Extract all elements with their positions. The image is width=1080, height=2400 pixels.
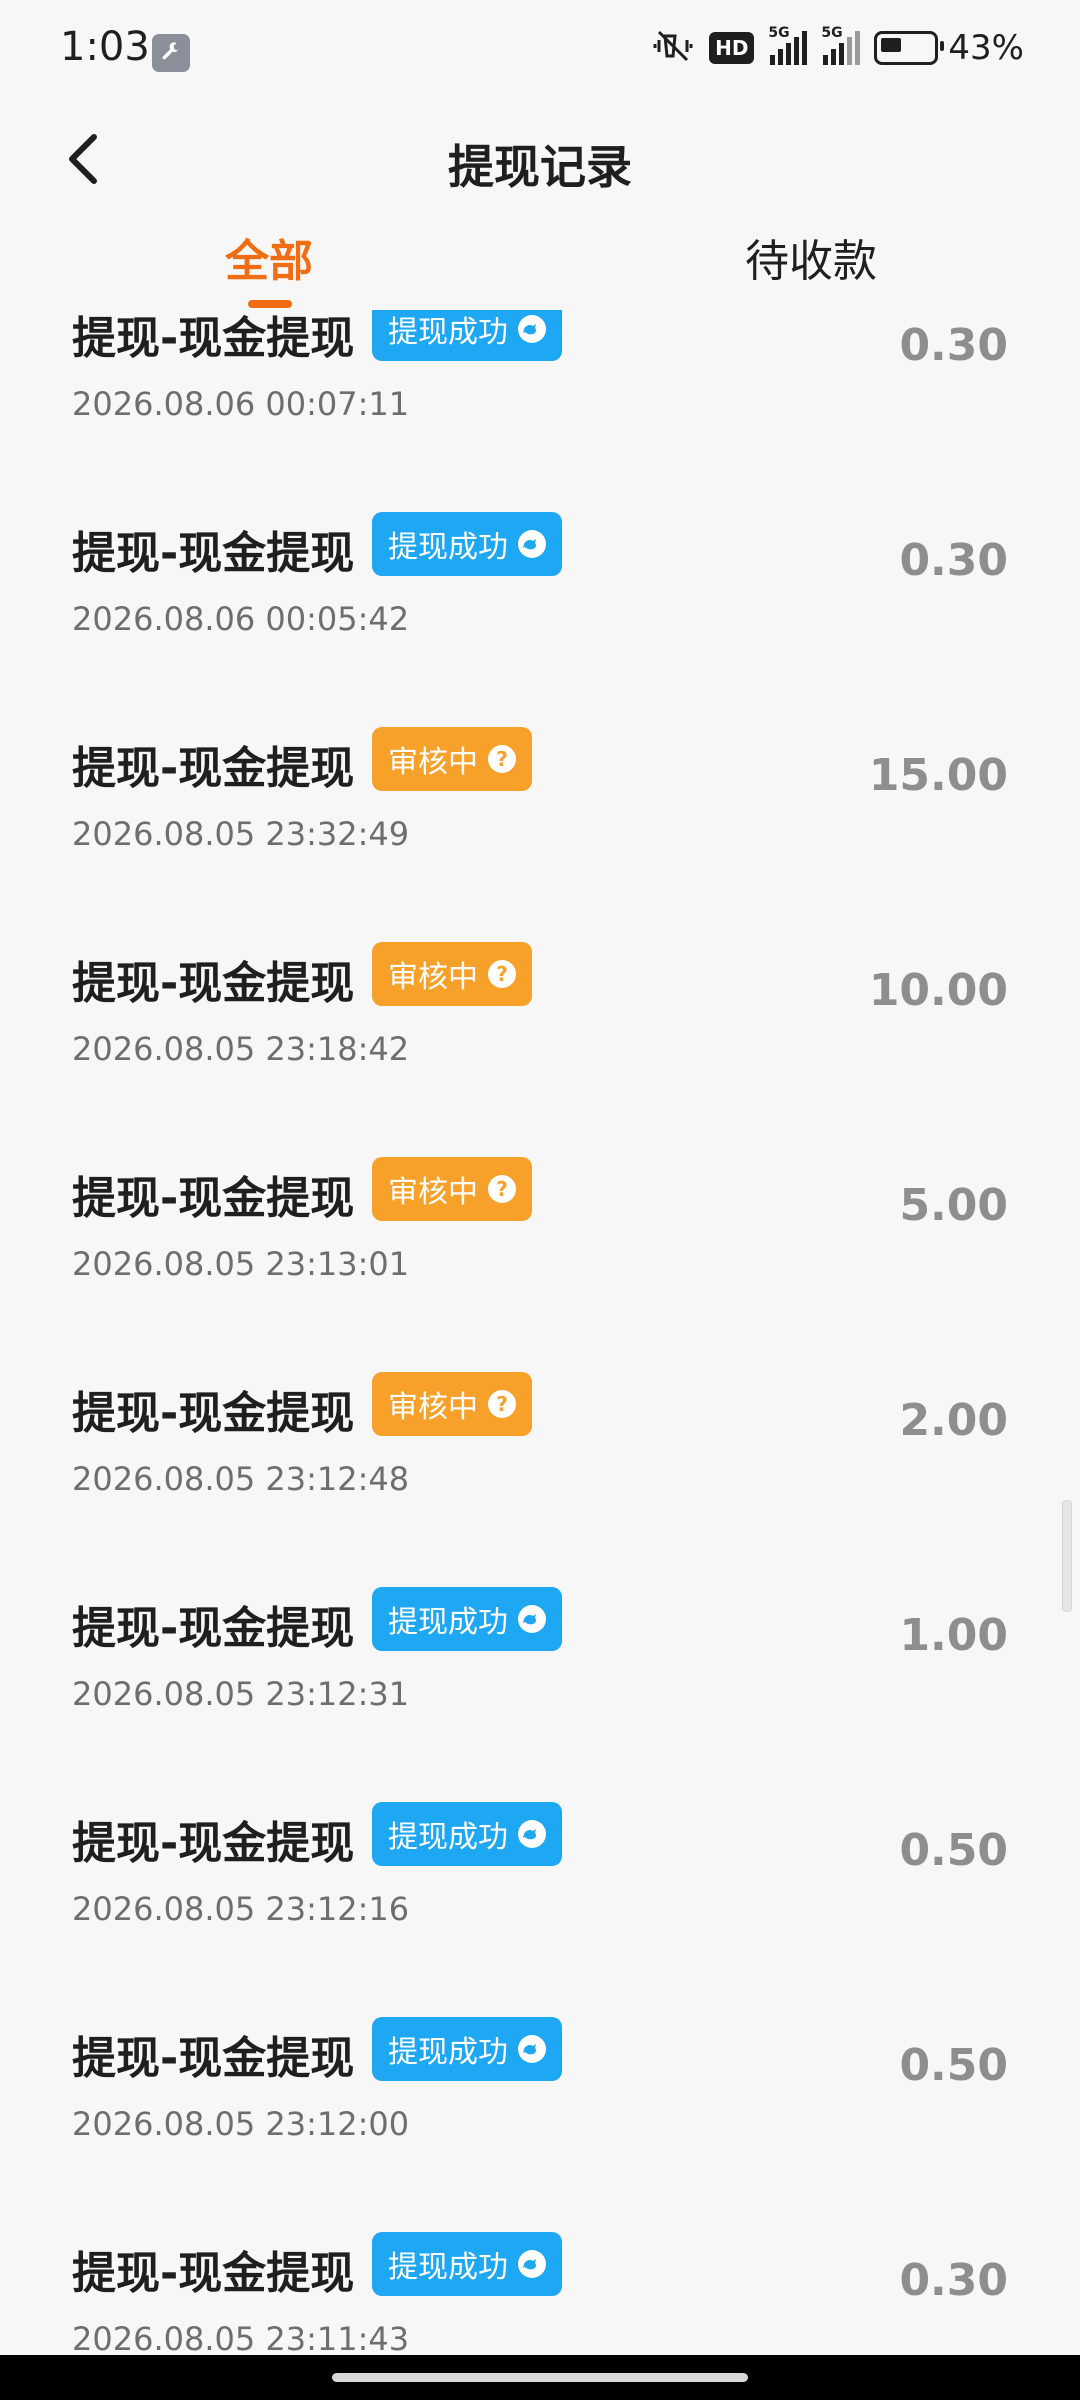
record-item[interactable]: 提现-现金提现 审核中 ? 2026.08.05 23:18:42 10.00	[0, 887, 1080, 1102]
record-title: 提现-现金提现	[72, 1818, 355, 1869]
home-indicator[interactable]	[332, 2373, 748, 2382]
question-circle-icon: ?	[488, 1390, 516, 1418]
record-item[interactable]: 提现-现金提现 提现成功 2026.08.05 23:12:31 1.00	[0, 1532, 1080, 1747]
record-list-inner: 提现-现金提现 提现成功 2026.08.06 00:07:11 0.30 提现…	[0, 310, 1080, 2355]
record-amount: 0.50	[899, 2040, 1008, 2091]
record-amount: 0.30	[899, 320, 1008, 371]
record-title: 提现-现金提现	[72, 2033, 355, 2084]
page-title: 提现记录	[448, 140, 632, 194]
system-nav-bar	[0, 2355, 1080, 2400]
record-title: 提现-现金提现	[72, 2248, 355, 2299]
page-header: 提现记录	[0, 105, 1080, 215]
status-badge: 提现成功	[372, 1802, 562, 1866]
status-badge: 审核中 ?	[372, 1157, 532, 1221]
chat-bubble-icon	[518, 2250, 546, 2278]
battery-icon	[874, 31, 945, 65]
tab-all[interactable]: 全部	[225, 225, 313, 289]
record-item[interactable]: 提现-现金提现 审核中 ? 2026.08.05 23:32:49 15.00	[0, 672, 1080, 887]
record-time: 2026.08.05 23:32:49	[72, 815, 410, 853]
record-time: 2026.08.06 00:05:42	[72, 600, 410, 638]
status-badge: 提现成功	[372, 310, 562, 361]
battery-indicator: 43%	[874, 28, 1024, 68]
status-badge: 提现成功	[372, 2232, 562, 2296]
record-time: 2026.08.05 23:12:31	[72, 1675, 410, 1713]
record-time: 2026.08.05 23:12:48	[72, 1460, 410, 1498]
record-amount: 0.50	[899, 1825, 1008, 1876]
record-amount: 5.00	[899, 1180, 1008, 1231]
record-title: 提现-现金提现	[72, 743, 355, 794]
tab-pending-payment[interactable]: 待收款	[745, 225, 877, 289]
battery-percent: 43%	[948, 28, 1024, 68]
status-badge: 审核中 ?	[372, 1372, 532, 1436]
chat-bubble-icon	[518, 530, 546, 558]
scrollbar[interactable]	[1062, 1500, 1072, 1612]
status-badge-label: 审核中	[388, 1390, 478, 1425]
status-badge: 提现成功	[372, 1587, 562, 1651]
question-circle-icon: ?	[488, 960, 516, 988]
status-badge: 提现成功	[372, 512, 562, 576]
status-icons: HD 5G 5G 43%	[651, 25, 1024, 68]
status-badge-label: 提现成功	[388, 315, 508, 350]
question-circle-icon: ?	[488, 1175, 516, 1203]
tab-bar: 全部 待收款	[0, 215, 1080, 310]
question-circle-icon: ?	[488, 745, 516, 773]
chat-bubble-icon	[518, 1605, 546, 1633]
status-badge: 审核中 ?	[372, 727, 532, 791]
signal-icon-1: 5G	[768, 25, 808, 65]
record-amount: 15.00	[868, 750, 1008, 801]
record-title: 提现-现金提现	[72, 1388, 355, 1439]
hd-voice-icon: HD	[709, 32, 755, 64]
status-badge-label: 审核中	[388, 745, 478, 780]
record-amount: 10.00	[868, 965, 1008, 1016]
chat-bubble-icon	[518, 2035, 546, 2063]
record-item[interactable]: 提现-现金提现 审核中 ? 2026.08.05 23:12:48 2.00	[0, 1317, 1080, 1532]
record-item[interactable]: 提现-现金提现 提现成功 2026.08.05 23:11:43 0.30	[0, 2177, 1080, 2355]
wrench-icon	[152, 34, 190, 72]
record-title: 提现-现金提现	[72, 1173, 355, 1224]
status-badge-label: 审核中	[388, 1175, 478, 1210]
record-time: 2026.08.05 23:11:43	[72, 2320, 410, 2355]
status-bar: 1:03 HD 5G 5G 43%	[0, 0, 1080, 105]
signal-icon-2: 5G	[821, 25, 861, 65]
record-item[interactable]: 提现-现金提现 提现成功 2026.08.05 23:12:00 0.50	[0, 1962, 1080, 2177]
status-time: 1:03	[60, 24, 150, 70]
tab-active-indicator	[248, 300, 292, 308]
record-title: 提现-现金提现	[72, 958, 355, 1009]
record-title: 提现-现金提现	[72, 528, 355, 579]
status-badge-label: 提现成功	[388, 2035, 508, 2070]
record-time: 2026.08.06 00:07:11	[72, 385, 410, 423]
record-title: 提现-现金提现	[72, 1603, 355, 1654]
record-amount: 2.00	[899, 1395, 1008, 1446]
status-badge: 提现成功	[372, 2017, 562, 2081]
status-badge: 审核中 ?	[372, 942, 532, 1006]
status-badge-label: 提现成功	[388, 530, 508, 565]
record-item[interactable]: 提现-现金提现 提现成功 2026.08.05 23:12:16 0.50	[0, 1747, 1080, 1962]
record-title: 提现-现金提现	[72, 313, 355, 364]
record-amount: 0.30	[899, 535, 1008, 586]
status-badge-label: 提现成功	[388, 2250, 508, 2285]
record-item[interactable]: 提现-现金提现 提现成功 2026.08.06 00:05:42 0.30	[0, 457, 1080, 672]
withdraw-record-list[interactable]: 提现-现金提现 提现成功 2026.08.06 00:07:11 0.30 提现…	[0, 310, 1080, 2355]
record-item[interactable]: 提现-现金提现 提现成功 2026.08.06 00:07:11 0.30	[0, 310, 1080, 457]
mute-vibrate-icon	[651, 28, 695, 68]
chat-bubble-icon	[518, 315, 546, 343]
record-time: 2026.08.05 23:18:42	[72, 1030, 410, 1068]
status-badge-label: 审核中	[388, 960, 478, 995]
record-time: 2026.08.05 23:12:00	[72, 2105, 410, 2143]
status-badge-label: 提现成功	[388, 1820, 508, 1855]
chat-bubble-icon	[518, 1820, 546, 1848]
record-time: 2026.08.05 23:13:01	[72, 1245, 410, 1283]
status-badge-label: 提现成功	[388, 1605, 508, 1640]
record-amount: 0.30	[899, 2255, 1008, 2306]
record-item[interactable]: 提现-现金提现 审核中 ? 2026.08.05 23:13:01 5.00	[0, 1102, 1080, 1317]
record-time: 2026.08.05 23:12:16	[72, 1890, 410, 1928]
record-amount: 1.00	[899, 1610, 1008, 1661]
